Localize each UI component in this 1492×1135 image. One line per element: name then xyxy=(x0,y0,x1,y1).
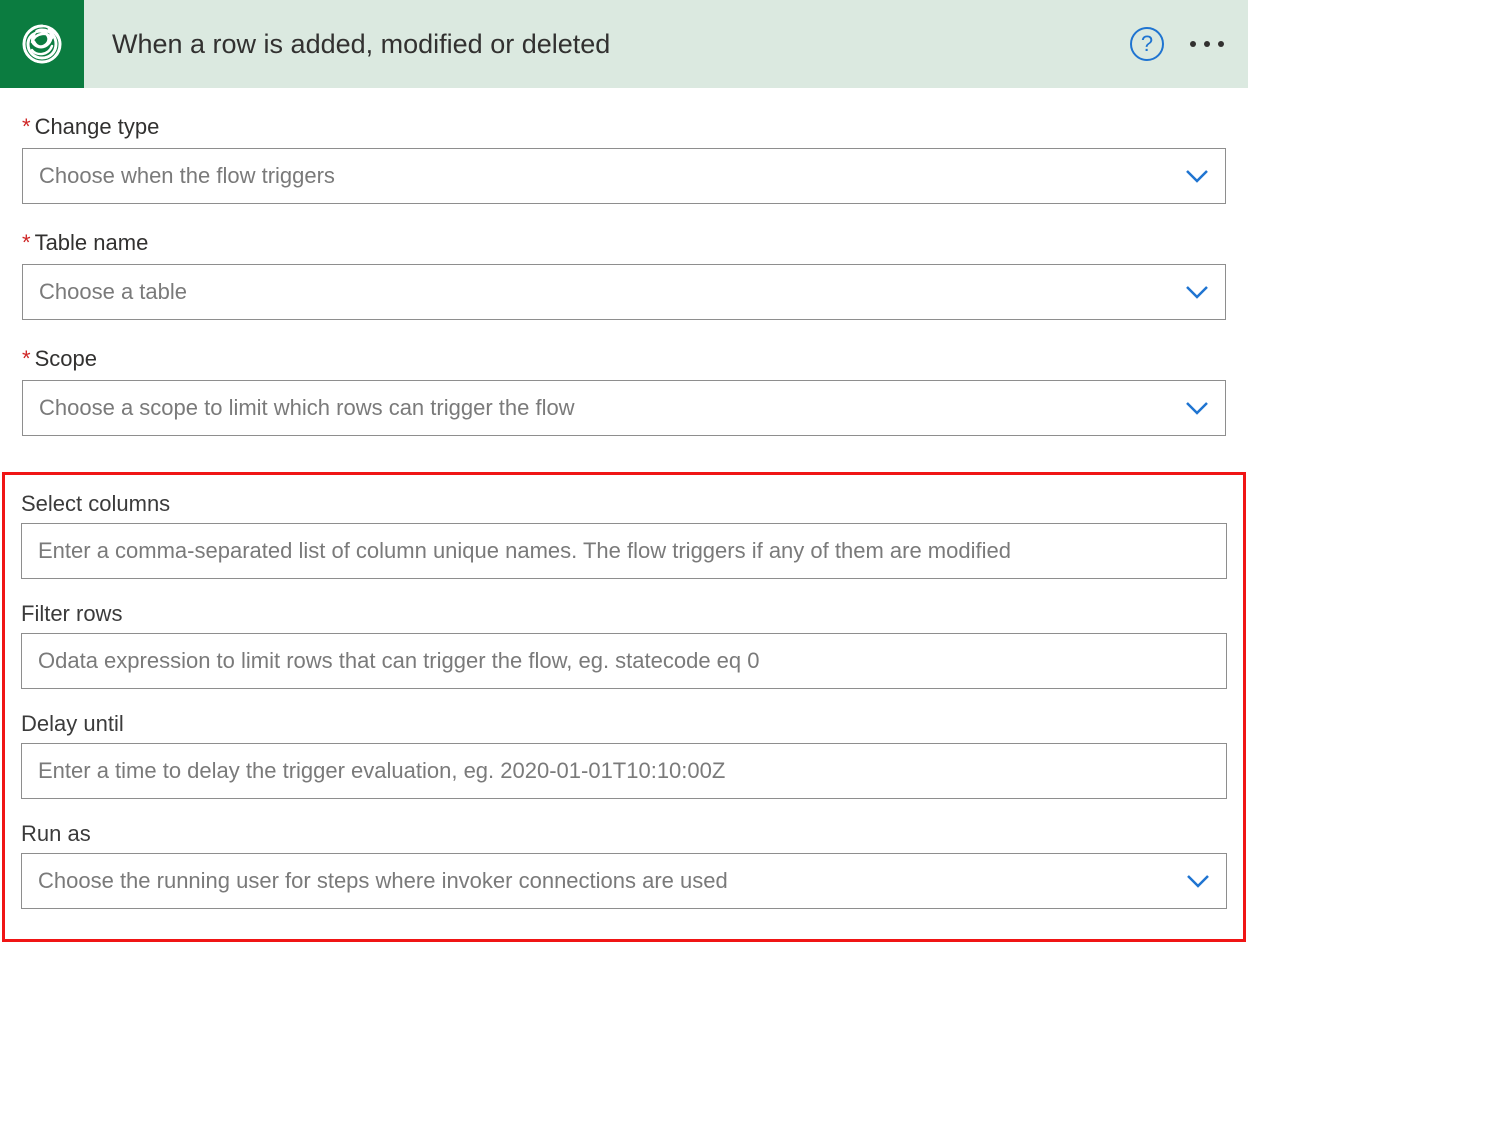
table-name-placeholder: Choose a table xyxy=(39,279,1185,305)
chevron-down-icon xyxy=(1185,401,1209,415)
scope-placeholder: Choose a scope to limit which rows can t… xyxy=(39,395,1185,421)
more-menu-button[interactable] xyxy=(1186,35,1228,53)
change-type-dropdown[interactable]: Choose when the flow triggers xyxy=(22,148,1226,204)
chevron-down-icon xyxy=(1185,169,1209,183)
chevron-down-icon xyxy=(1185,285,1209,299)
dataverse-swirl-icon xyxy=(18,20,66,68)
change-type-field: *Change type Choose when the flow trigge… xyxy=(22,114,1226,204)
delay-until-input[interactable] xyxy=(21,743,1227,799)
table-name-field: *Table name Choose a table xyxy=(22,230,1226,320)
run-as-dropdown[interactable]: Choose the running user for steps where … xyxy=(21,853,1227,909)
dataverse-logo xyxy=(0,0,84,88)
scope-label: *Scope xyxy=(22,346,1226,372)
table-name-label: *Table name xyxy=(22,230,1226,256)
delay-until-label: Delay until xyxy=(21,711,1227,737)
scope-field: *Scope Choose a scope to limit which row… xyxy=(22,346,1226,436)
select-columns-input[interactable] xyxy=(21,523,1227,579)
filter-rows-field: Filter rows xyxy=(21,601,1227,689)
required-indicator: * xyxy=(22,346,31,371)
run-as-label: Run as xyxy=(21,821,1227,847)
help-icon[interactable]: ? xyxy=(1130,27,1164,61)
filter-rows-input[interactable] xyxy=(21,633,1227,689)
trigger-title: When a row is added, modified or deleted xyxy=(112,29,1130,60)
select-columns-field: Select columns xyxy=(21,491,1227,579)
scope-dropdown[interactable]: Choose a scope to limit which rows can t… xyxy=(22,380,1226,436)
advanced-options-highlight: Select columns Filter rows Delay until R… xyxy=(2,472,1246,942)
required-indicator: * xyxy=(22,230,31,255)
required-indicator: * xyxy=(22,114,31,139)
run-as-field: Run as Choose the running user for steps… xyxy=(21,821,1227,909)
table-name-dropdown[interactable]: Choose a table xyxy=(22,264,1226,320)
run-as-placeholder: Choose the running user for steps where … xyxy=(38,868,1186,894)
delay-until-field: Delay until xyxy=(21,711,1227,799)
chevron-down-icon xyxy=(1186,874,1210,888)
trigger-header: When a row is added, modified or deleted… xyxy=(0,0,1248,88)
trigger-form: *Change type Choose when the flow trigge… xyxy=(0,88,1248,472)
change-type-placeholder: Choose when the flow triggers xyxy=(39,163,1185,189)
change-type-label: *Change type xyxy=(22,114,1226,140)
filter-rows-label: Filter rows xyxy=(21,601,1227,627)
select-columns-label: Select columns xyxy=(21,491,1227,517)
